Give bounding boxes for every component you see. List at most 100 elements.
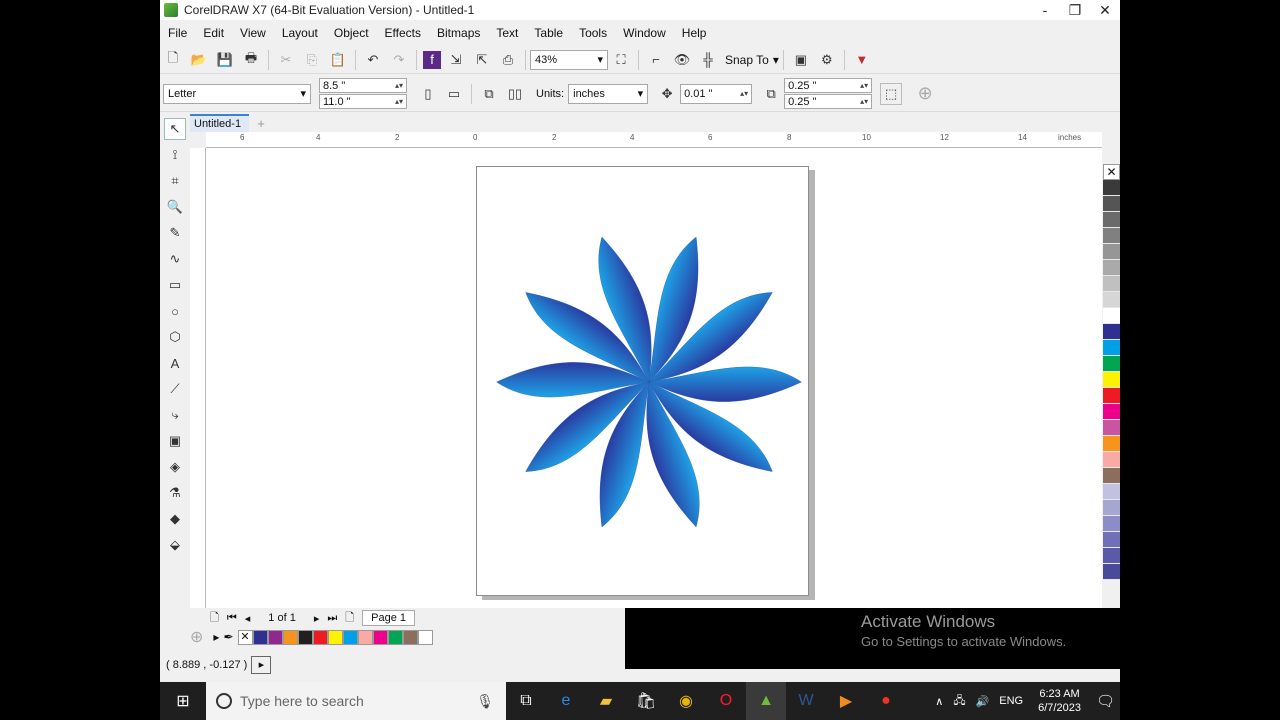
export-icon[interactable]: ⇱ bbox=[471, 49, 493, 71]
add-page-icon[interactable]: 🗋 bbox=[210, 609, 219, 628]
start-button[interactable]: ⊞ bbox=[160, 682, 206, 720]
document-palette-swatch[interactable] bbox=[387, 629, 403, 645]
recorder-icon[interactable]: ● bbox=[866, 682, 906, 720]
palette-swatch[interactable] bbox=[1103, 388, 1120, 404]
palette-swatch[interactable] bbox=[1103, 420, 1120, 436]
open-icon[interactable]: 📂 bbox=[188, 49, 210, 71]
snap-to-dropdown[interactable]: Snap To bbox=[721, 53, 773, 67]
no-color-swatch[interactable]: ✕ bbox=[1103, 164, 1120, 180]
taskbar-search[interactable]: Type here to search 🎙 bbox=[206, 682, 506, 720]
language-indicator[interactable]: ENG bbox=[999, 695, 1023, 707]
menu-table[interactable]: Table bbox=[526, 26, 571, 40]
store-icon[interactable]: 🛍 bbox=[626, 682, 666, 720]
palette-swatch[interactable] bbox=[1103, 452, 1120, 468]
palette-swatch[interactable] bbox=[1103, 500, 1120, 516]
drop-shadow-tool-icon[interactable]: ▣ bbox=[164, 430, 186, 452]
search-content-icon[interactable]: f bbox=[423, 50, 441, 69]
vertical-ruler[interactable] bbox=[190, 148, 206, 608]
palette-menu-icon[interactable]: ▸ bbox=[213, 630, 219, 644]
show-hidden-icons-icon[interactable]: ∧ bbox=[935, 695, 943, 708]
page-height-field[interactable]: 11.0 " ▴▾ bbox=[319, 94, 407, 109]
connector-tool-icon[interactable]: ⤷ bbox=[164, 404, 186, 426]
crop-tool-icon[interactable]: ⌗ bbox=[164, 170, 186, 192]
task-view-icon[interactable]: ⧉ bbox=[506, 682, 546, 720]
shape-tool-icon[interactable]: ⟟ bbox=[164, 144, 186, 166]
save-icon[interactable]: 💾 bbox=[214, 49, 236, 71]
tab-untitled-1[interactable]: Untitled-1 bbox=[186, 114, 250, 132]
drawing-canvas[interactable] bbox=[206, 148, 1102, 608]
palette-swatch[interactable] bbox=[1103, 276, 1120, 292]
polygon-tool-icon[interactable]: ⬡ bbox=[164, 326, 186, 348]
prev-page-icon[interactable]: ◂ bbox=[245, 612, 251, 625]
menu-bitmaps[interactable]: Bitmaps bbox=[429, 26, 488, 40]
units-select[interactable]: inches ▾ bbox=[568, 83, 649, 104]
next-page-icon[interactable]: ▸ bbox=[314, 612, 320, 625]
duplicate-y-field[interactable]: 0.25 " ▴▾ bbox=[784, 94, 873, 109]
menu-layout[interactable]: Layout bbox=[274, 26, 326, 40]
cut-icon[interactable]: ✂ bbox=[275, 49, 297, 71]
menu-tools[interactable]: Tools bbox=[571, 26, 615, 40]
nudge-distance-field[interactable]: 0.01 " ▴▾ bbox=[680, 83, 753, 104]
coreldraw-taskbar-icon[interactable]: ▲ bbox=[746, 682, 786, 720]
welcome-screen-icon[interactable]: ▣ bbox=[790, 49, 812, 71]
menu-text[interactable]: Text bbox=[488, 26, 526, 40]
document-palette-swatch[interactable] bbox=[282, 629, 298, 645]
color-eyedropper-tool-icon[interactable]: ⚗ bbox=[164, 482, 186, 504]
palette-swatch[interactable] bbox=[1103, 180, 1120, 196]
menu-object[interactable]: Object bbox=[326, 26, 377, 40]
palette-swatch[interactable] bbox=[1103, 308, 1120, 324]
show-rulers-icon[interactable]: ⌐ bbox=[645, 49, 667, 71]
add-page-after-icon[interactable]: 🗋 bbox=[345, 609, 354, 628]
menu-edit[interactable]: Edit bbox=[195, 26, 232, 40]
palette-swatch[interactable] bbox=[1103, 340, 1120, 356]
document-palette-swatch[interactable] bbox=[252, 629, 268, 645]
palette-swatch[interactable] bbox=[1103, 372, 1120, 388]
freehand-tool-icon[interactable]: ✎ bbox=[164, 222, 186, 244]
document-palette-swatch[interactable] bbox=[297, 629, 313, 645]
palette-swatch[interactable] bbox=[1103, 564, 1120, 580]
show-guidelines-icon[interactable]: ╬ bbox=[697, 49, 719, 71]
eyedropper-icon[interactable]: ✒ bbox=[223, 630, 233, 644]
document-palette-swatch[interactable] bbox=[402, 629, 418, 645]
document-palette-swatch[interactable] bbox=[342, 629, 358, 645]
pick-tool-icon[interactable]: ↖ bbox=[164, 118, 186, 140]
undo-icon[interactable]: ↶ bbox=[362, 49, 384, 71]
palette-swatch[interactable] bbox=[1103, 228, 1120, 244]
rectangle-tool-icon[interactable]: ▭ bbox=[164, 274, 186, 296]
clock[interactable]: 6:23 AM 6/7/2023 bbox=[1038, 687, 1081, 715]
menu-window[interactable]: Window bbox=[615, 26, 674, 40]
document-palette-swatch[interactable] bbox=[312, 629, 328, 645]
chrome-icon[interactable]: ◉ bbox=[666, 682, 706, 720]
page-width-field[interactable]: 8.5 " ▴▾ bbox=[319, 78, 407, 93]
print-icon[interactable]: 🖶 bbox=[240, 49, 262, 71]
add-tab-icon[interactable]: + bbox=[253, 116, 269, 132]
palette-swatch[interactable] bbox=[1103, 532, 1120, 548]
flower-artwork[interactable] bbox=[477, 167, 810, 597]
document-palette-swatch[interactable] bbox=[417, 629, 433, 645]
paper-size-select[interactable]: Letter ▾ bbox=[163, 83, 311, 104]
document-palette-swatch[interactable] bbox=[327, 629, 343, 645]
show-grid-icon[interactable]: 👁 bbox=[671, 49, 693, 71]
ellipse-tool-icon[interactable]: ○ bbox=[164, 300, 186, 322]
palette-swatch[interactable] bbox=[1103, 356, 1120, 372]
options-icon[interactable]: ⚙ bbox=[816, 49, 838, 71]
word-icon[interactable]: W bbox=[786, 682, 826, 720]
first-page-icon[interactable]: ⏮ bbox=[227, 612, 237, 625]
status-menu-button[interactable]: ▸ bbox=[251, 656, 272, 674]
palette-swatch[interactable] bbox=[1103, 244, 1120, 260]
palette-swatch[interactable] bbox=[1103, 484, 1120, 500]
parallel-dimension-tool-icon[interactable]: ⟋ bbox=[164, 378, 186, 400]
artistic-media-tool-icon[interactable]: ∿ bbox=[164, 248, 186, 270]
palette-swatch[interactable] bbox=[1103, 516, 1120, 532]
microphone-icon[interactable]: 🎙 bbox=[476, 693, 494, 710]
quick-customize-icon[interactable]: ⊕ bbox=[914, 83, 936, 105]
page-1-tab[interactable]: Page 1 bbox=[362, 610, 415, 626]
horizontal-ruler[interactable]: 6 4 2 0 2 4 6 8 10 12 14 inches bbox=[206, 132, 1102, 148]
restore-button[interactable]: ❐ bbox=[1060, 0, 1090, 20]
application-launcher-icon[interactable]: ▼ bbox=[851, 49, 873, 71]
palette-swatch[interactable] bbox=[1103, 212, 1120, 228]
no-color-swatch[interactable]: ✕ bbox=[237, 629, 253, 645]
menu-help[interactable]: Help bbox=[674, 26, 715, 40]
notifications-icon[interactable]: 🗨 bbox=[1096, 692, 1115, 710]
menu-view[interactable]: View bbox=[232, 26, 274, 40]
